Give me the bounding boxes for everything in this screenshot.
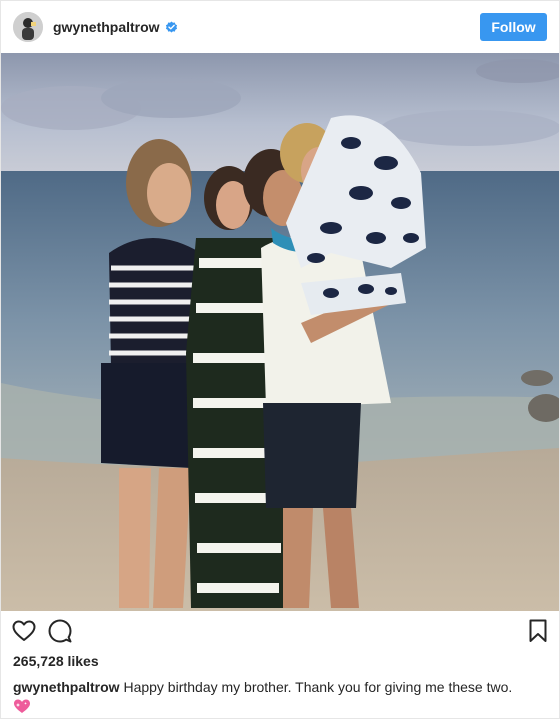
post-header: gwynethpaltrow Follow	[1, 1, 559, 53]
post-caption: gwynethpaltrow Happy birthday my brother…	[13, 678, 549, 714]
comment-icon[interactable]	[47, 618, 73, 644]
profile-avatar[interactable]	[13, 12, 43, 42]
verified-badge-icon	[165, 21, 178, 34]
instagram-post: gwynethpaltrow Follow 265,728 likes gwyn…	[0, 0, 560, 719]
post-photo[interactable]	[1, 53, 559, 611]
post-actions	[11, 618, 551, 646]
post-username[interactable]: gwynethpaltrow	[53, 19, 160, 35]
likes-count[interactable]: 265,728 likes	[13, 653, 99, 669]
follow-button[interactable]: Follow	[480, 13, 547, 41]
bookmark-icon[interactable]	[525, 618, 551, 644]
caption-username[interactable]: gwynethpaltrow	[13, 679, 120, 695]
heart-icon[interactable]	[11, 618, 37, 644]
caption-text: Happy birthday my brother. Thank you for…	[123, 679, 513, 695]
sparkling-heart-icon	[13, 698, 31, 714]
